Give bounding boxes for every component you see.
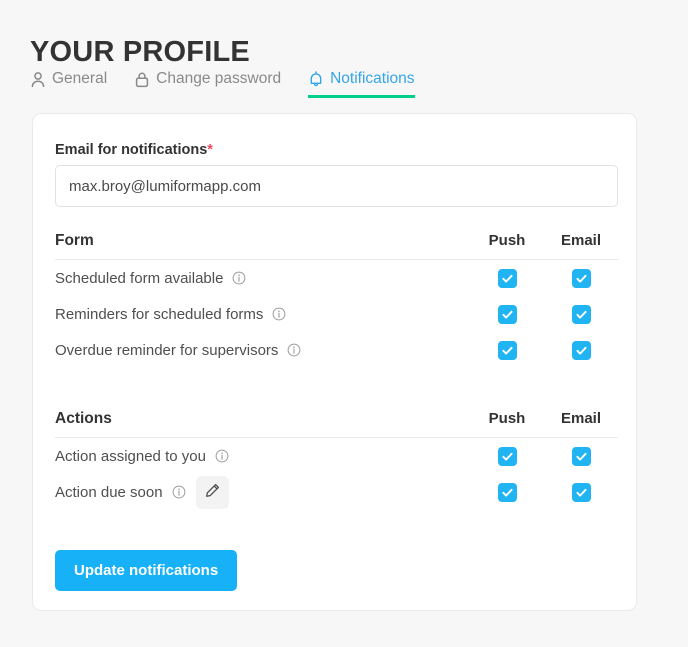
tab-notifications[interactable]: Notifications xyxy=(308,70,415,98)
checkbox-email[interactable] xyxy=(571,446,591,466)
checkbox-push[interactable] xyxy=(497,304,517,324)
bell-icon xyxy=(308,70,324,88)
section-actions-header: Actions Push Email xyxy=(55,410,618,438)
column-header-email: Email xyxy=(560,232,602,249)
pencil-icon xyxy=(204,482,221,502)
section-form-title: Form xyxy=(55,231,94,249)
cell-email xyxy=(544,304,618,324)
email-field-label-text: Email for notifications xyxy=(55,142,208,158)
checkbox-push[interactable] xyxy=(497,268,517,288)
row-label: Scheduled form available xyxy=(55,269,224,287)
row-label-group: Action due soon xyxy=(55,475,470,509)
cell-email xyxy=(544,340,618,360)
table-row: Action due soon xyxy=(55,474,618,510)
row-label-group: Overdue reminder for supervisors xyxy=(55,342,470,359)
row-label: Overdue reminder for supervisors xyxy=(55,341,279,359)
cell-email xyxy=(544,268,618,288)
info-icon[interactable] xyxy=(272,307,286,321)
checkbox-push[interactable] xyxy=(497,482,517,502)
checkbox-email[interactable] xyxy=(571,482,591,502)
update-notifications-button[interactable]: Update notifications xyxy=(55,550,238,591)
required-asterisk: * xyxy=(207,142,213,158)
section-form: Form Push Email Scheduled form available xyxy=(55,232,618,368)
checkbox-push[interactable] xyxy=(497,340,517,360)
profile-tabs: General Change password Notifications xyxy=(30,70,415,98)
tab-general-label: General xyxy=(52,70,108,87)
info-icon[interactable] xyxy=(172,485,186,499)
tab-general[interactable]: General xyxy=(30,70,107,98)
checkbox-push[interactable] xyxy=(497,446,517,466)
cell-push xyxy=(470,304,544,324)
cell-push xyxy=(470,446,544,466)
row-label: Action assigned to you xyxy=(55,447,206,465)
section-actions: Actions Push Email Action assigned to yo… xyxy=(55,410,618,510)
column-header-push: Push xyxy=(488,232,526,249)
tab-change-password[interactable]: Change password xyxy=(134,70,281,98)
page-title: YOUR PROFILE xyxy=(30,36,250,69)
cell-push xyxy=(470,482,544,502)
info-icon[interactable] xyxy=(287,343,301,357)
section-actions-title: Actions xyxy=(55,409,112,427)
row-label-group: Action assigned to you xyxy=(55,448,470,465)
checkbox-email[interactable] xyxy=(571,340,591,360)
checkbox-email[interactable] xyxy=(571,268,591,288)
email-input[interactable] xyxy=(55,165,618,207)
column-header-email: Email xyxy=(560,410,602,427)
table-row: Overdue reminder for supervisors xyxy=(55,332,618,368)
edit-action-due-soon-button[interactable] xyxy=(195,475,229,509)
info-icon[interactable] xyxy=(232,271,246,285)
cell-push xyxy=(470,268,544,288)
row-label: Reminders for scheduled forms xyxy=(55,305,264,323)
info-icon[interactable] xyxy=(215,449,229,463)
email-field-label: Email for notifications* xyxy=(55,142,213,158)
row-label-group: Reminders for scheduled forms xyxy=(55,306,470,323)
user-icon xyxy=(30,71,46,88)
table-row: Scheduled form available xyxy=(55,260,618,296)
lock-icon xyxy=(134,71,150,88)
section-form-header: Form Push Email xyxy=(55,232,618,260)
tab-notifications-label: Notifications xyxy=(330,70,415,87)
cell-push xyxy=(470,340,544,360)
cell-email xyxy=(544,482,618,502)
notifications-settings-card: Email for notifications* Form Push Email… xyxy=(32,113,637,611)
tab-change-password-label: Change password xyxy=(156,70,282,87)
cell-email xyxy=(544,446,618,466)
table-row: Action assigned to you xyxy=(55,438,618,474)
row-label: Action due soon xyxy=(55,483,163,501)
checkbox-email[interactable] xyxy=(571,304,591,324)
column-header-push: Push xyxy=(488,410,526,427)
row-label-group: Scheduled form available xyxy=(55,270,470,287)
table-row: Reminders for scheduled forms xyxy=(55,296,618,332)
